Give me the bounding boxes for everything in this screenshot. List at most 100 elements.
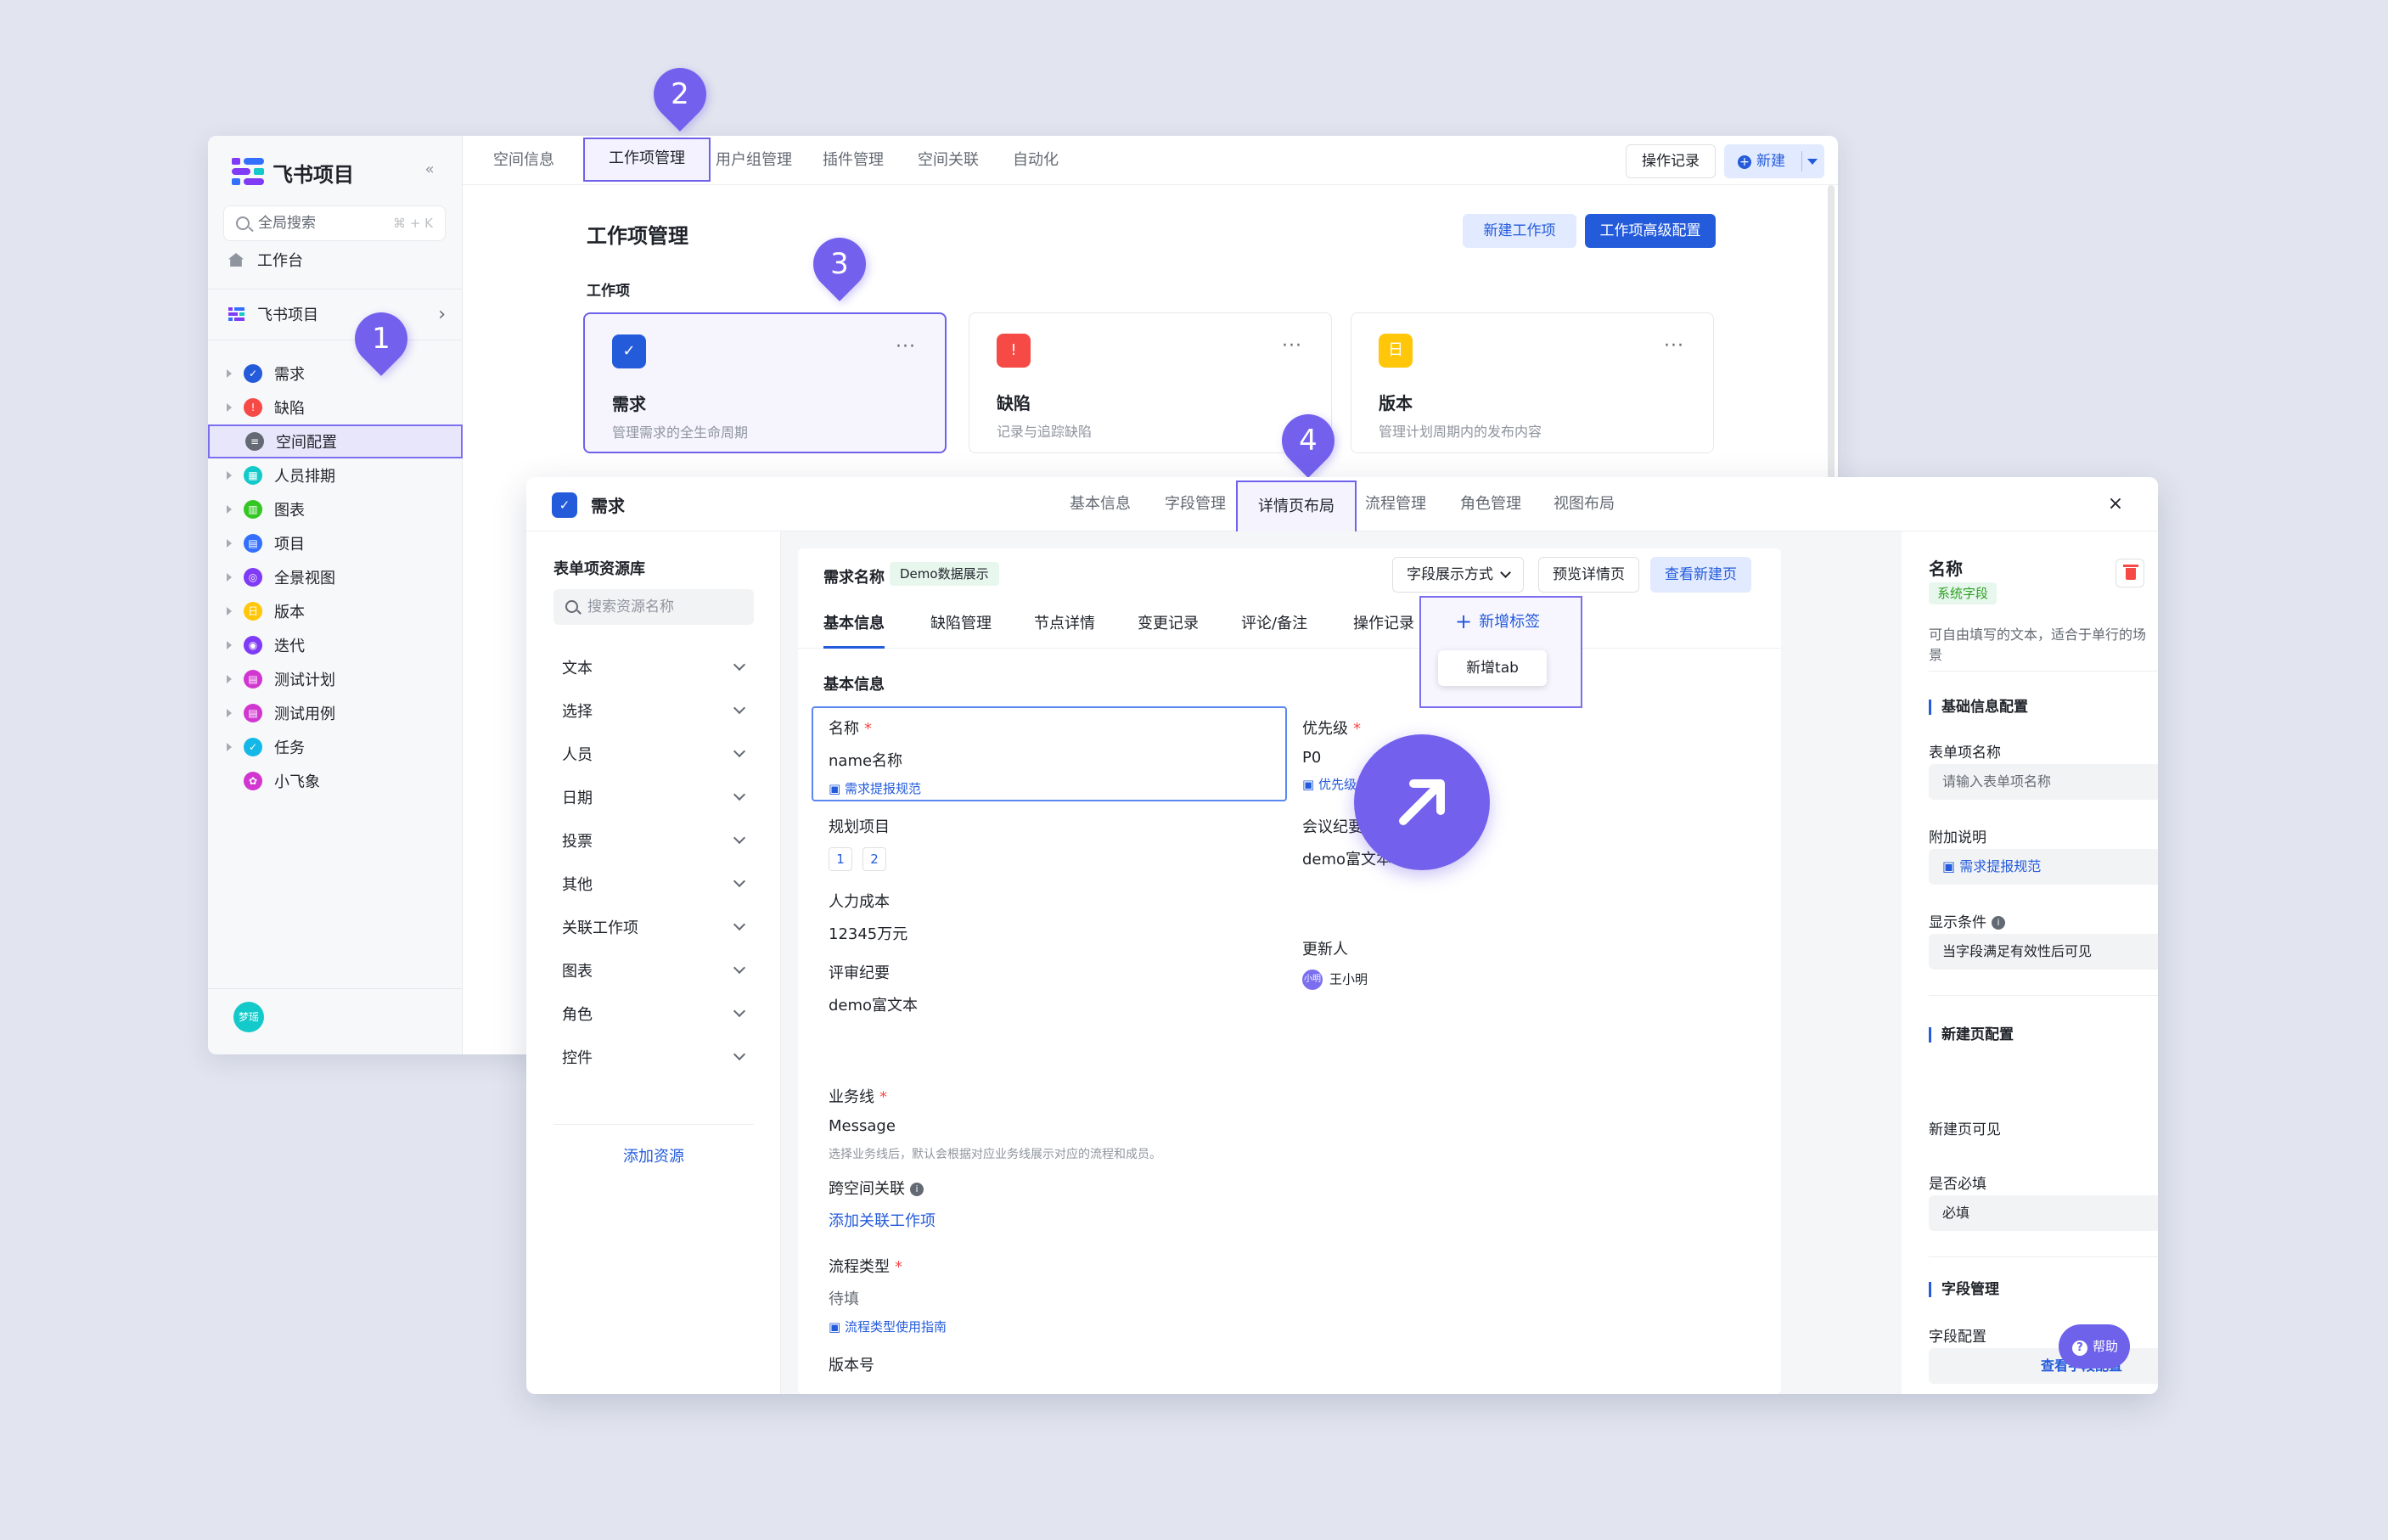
sidebar-item[interactable]: ≡ 空间配置: [208, 424, 463, 458]
sidebar-item[interactable]: ✿ 小飞象: [208, 764, 463, 798]
field-plan-project[interactable]: 规划项目 12: [829, 815, 896, 871]
add-tab-button[interactable]: + 新增标签: [1455, 608, 1540, 633]
new-workitem-button[interactable]: 新建工作项: [1463, 214, 1576, 248]
sidebar-item[interactable]: ◎ 全景视图: [208, 560, 463, 594]
preview-detail-button[interactable]: 预览详情页: [1538, 557, 1639, 593]
detail-tab-basic-info[interactable]: 基本信息: [823, 599, 885, 649]
expand-caret-icon[interactable]: [227, 743, 232, 751]
more-icon[interactable]: ···: [896, 336, 916, 357]
expand-caret-icon[interactable]: [227, 607, 232, 615]
sidebar-item[interactable]: ▥ 图表: [208, 492, 463, 526]
tab-space-info[interactable]: 空间信息: [493, 136, 554, 185]
resource-category[interactable]: 关联工作项: [553, 910, 754, 944]
sidebar-item[interactable]: ✓ 需求: [208, 357, 463, 391]
expand-caret-icon[interactable]: [227, 369, 232, 378]
expand-caret-icon[interactable]: [227, 505, 232, 514]
sidebar-item[interactable]: ▤ 项目: [208, 526, 463, 560]
sidebar-item[interactable]: ▤ 测试用例: [208, 696, 463, 730]
resource-category[interactable]: 控件: [553, 1040, 754, 1074]
workitem-advanced-config-button[interactable]: 工作项高级配置: [1585, 214, 1716, 248]
field-value: P0: [1302, 749, 1322, 767]
workbench-link[interactable]: 工作台: [228, 244, 303, 275]
field-review-notes[interactable]: 评审纪要 demo富文本: [829, 961, 918, 1015]
global-search-input[interactable]: 全局搜索 ⌘ + K: [223, 205, 446, 241]
tab-flow-management[interactable]: 流程管理: [1365, 477, 1426, 531]
detail-tab-defect-management[interactable]: 缺陷管理: [930, 599, 992, 649]
resource-category-label: 日期: [562, 790, 593, 807]
sidebar-item[interactable]: ! 缺陷: [208, 391, 463, 424]
new-button[interactable]: + 新建: [1724, 144, 1824, 178]
field-business-line[interactable]: 业务线 * Message 选择业务线后，默认会根据对应业务线展示对应的流程和成员…: [829, 1085, 1161, 1162]
tab-detail-layout[interactable]: 详情页布局: [1236, 481, 1357, 533]
tab-user-group-management[interactable]: 用户组管理: [716, 136, 792, 185]
operation-log-button[interactable]: 操作记录: [1626, 144, 1716, 178]
tab-role-management[interactable]: 角色管理: [1460, 477, 1521, 531]
view-new-page-button[interactable]: 查看新建页: [1650, 557, 1751, 593]
sidebar-item[interactable]: ✓ 任务: [208, 730, 463, 764]
field-version-number[interactable]: 版本号: [829, 1353, 874, 1375]
sidebar-item[interactable]: ◉ 迭代: [208, 628, 463, 662]
user-avatar[interactable]: 梦瑶: [233, 1002, 264, 1032]
tab-view-layout[interactable]: 视图布局: [1554, 477, 1615, 531]
field-hint-link[interactable]: ▣ 优先级: [1302, 775, 1361, 793]
extra-note-input[interactable]: ▣ 需求提报规范: [1929, 849, 2158, 885]
help-button[interactable]: ? 帮助: [2059, 1324, 2130, 1369]
field-display-mode-dropdown[interactable]: 字段展示方式: [1392, 557, 1524, 593]
expand-caret-icon[interactable]: [227, 403, 232, 412]
add-tab-menu-item[interactable]: 新增tab: [1438, 650, 1547, 686]
field-priority[interactable]: 优先级 * P0 ▣ 优先级: [1302, 717, 1361, 793]
dropdown-arrow-icon[interactable]: [1807, 159, 1818, 165]
project-chip[interactable]: 2: [862, 847, 886, 871]
field-flow-type[interactable]: 流程类型 * 待填 ▣ 流程类型使用指南: [829, 1255, 947, 1335]
tab-field-management[interactable]: 字段管理: [1165, 477, 1226, 531]
resource-category[interactable]: 角色: [553, 997, 754, 1031]
field-hint-link[interactable]: ▣ 需求提报规范: [829, 779, 921, 797]
tab-workitem-management[interactable]: 工作项管理: [583, 138, 711, 182]
sidebar-item[interactable]: ▤ 测试计划: [208, 662, 463, 696]
field-cross-space[interactable]: 跨空间关联 i 添加关联工作项: [829, 1177, 936, 1231]
add-linked-workitem-link[interactable]: 添加关联工作项: [829, 1209, 936, 1231]
sidebar-item[interactable]: 日版本: [208, 594, 463, 628]
resource-search-input[interactable]: 搜索资源名称: [553, 589, 754, 625]
workitem-card-defect[interactable]: ! ··· 缺陷 记录与追踪缺陷: [969, 312, 1332, 453]
expand-caret-icon[interactable]: [227, 471, 232, 480]
more-icon[interactable]: ···: [1664, 335, 1684, 357]
expand-caret-icon[interactable]: [227, 675, 232, 683]
resource-category[interactable]: 日期: [553, 780, 754, 814]
detail-tab-operation-log[interactable]: 操作记录: [1353, 599, 1414, 649]
resource-category[interactable]: 图表: [553, 953, 754, 987]
expand-caret-icon[interactable]: [227, 641, 232, 649]
display-condition-select[interactable]: 当字段满足有效性后可见: [1929, 934, 2158, 970]
more-icon[interactable]: ···: [1282, 335, 1302, 357]
resource-category[interactable]: 选择: [553, 694, 754, 728]
tab-space-association[interactable]: 空间关联: [918, 136, 979, 185]
detail-tab-change-log[interactable]: 变更记录: [1138, 599, 1199, 649]
field-name[interactable]: 名称 * name名称 ▣ 需求提报规范: [829, 717, 921, 797]
field-updater[interactable]: 更新人 小明 王小明: [1302, 937, 1368, 990]
tab-plugin-management[interactable]: 插件管理: [823, 136, 884, 185]
tab-automation[interactable]: 自动化: [1013, 136, 1059, 185]
detail-tab-node-details[interactable]: 节点详情: [1034, 599, 1095, 649]
form-name-input[interactable]: 请输入表单项名称: [1929, 764, 2158, 800]
field-manpower-cost[interactable]: 人力成本 12345万元: [829, 890, 907, 944]
tab-basic-info[interactable]: 基本信息: [1070, 477, 1131, 531]
expand-caret-icon[interactable]: [227, 709, 232, 717]
required-select[interactable]: 必填: [1929, 1195, 2158, 1231]
workitem-card-requirement[interactable]: ✓ ··· 需求 管理需求的全生命周期: [583, 312, 947, 453]
detail-tab-comments[interactable]: 评论/备注: [1241, 599, 1307, 649]
field-hint-link[interactable]: ▣ 流程类型使用指南: [829, 1318, 947, 1335]
workitem-card-version[interactable]: 日 ··· 版本 管理计划周期内的发布内容: [1351, 312, 1714, 453]
resource-category[interactable]: 文本: [553, 650, 754, 684]
collapse-sidebar-button[interactable]: «: [417, 158, 442, 183]
space-switcher[interactable]: 飞书项目 ›: [228, 299, 446, 329]
expand-caret-icon[interactable]: [227, 573, 232, 582]
sidebar-item[interactable]: ▦ 人员排期: [208, 458, 463, 492]
add-resource-link[interactable]: 添加资源: [553, 1144, 754, 1166]
expand-caret-icon[interactable]: [227, 539, 232, 548]
resource-category[interactable]: 其他: [553, 867, 754, 901]
resource-category[interactable]: 投票: [553, 823, 754, 857]
close-icon[interactable]: ×: [2100, 489, 2131, 520]
delete-icon[interactable]: [2115, 559, 2144, 587]
resource-category[interactable]: 人员: [553, 737, 754, 771]
project-chip[interactable]: 1: [829, 847, 852, 871]
